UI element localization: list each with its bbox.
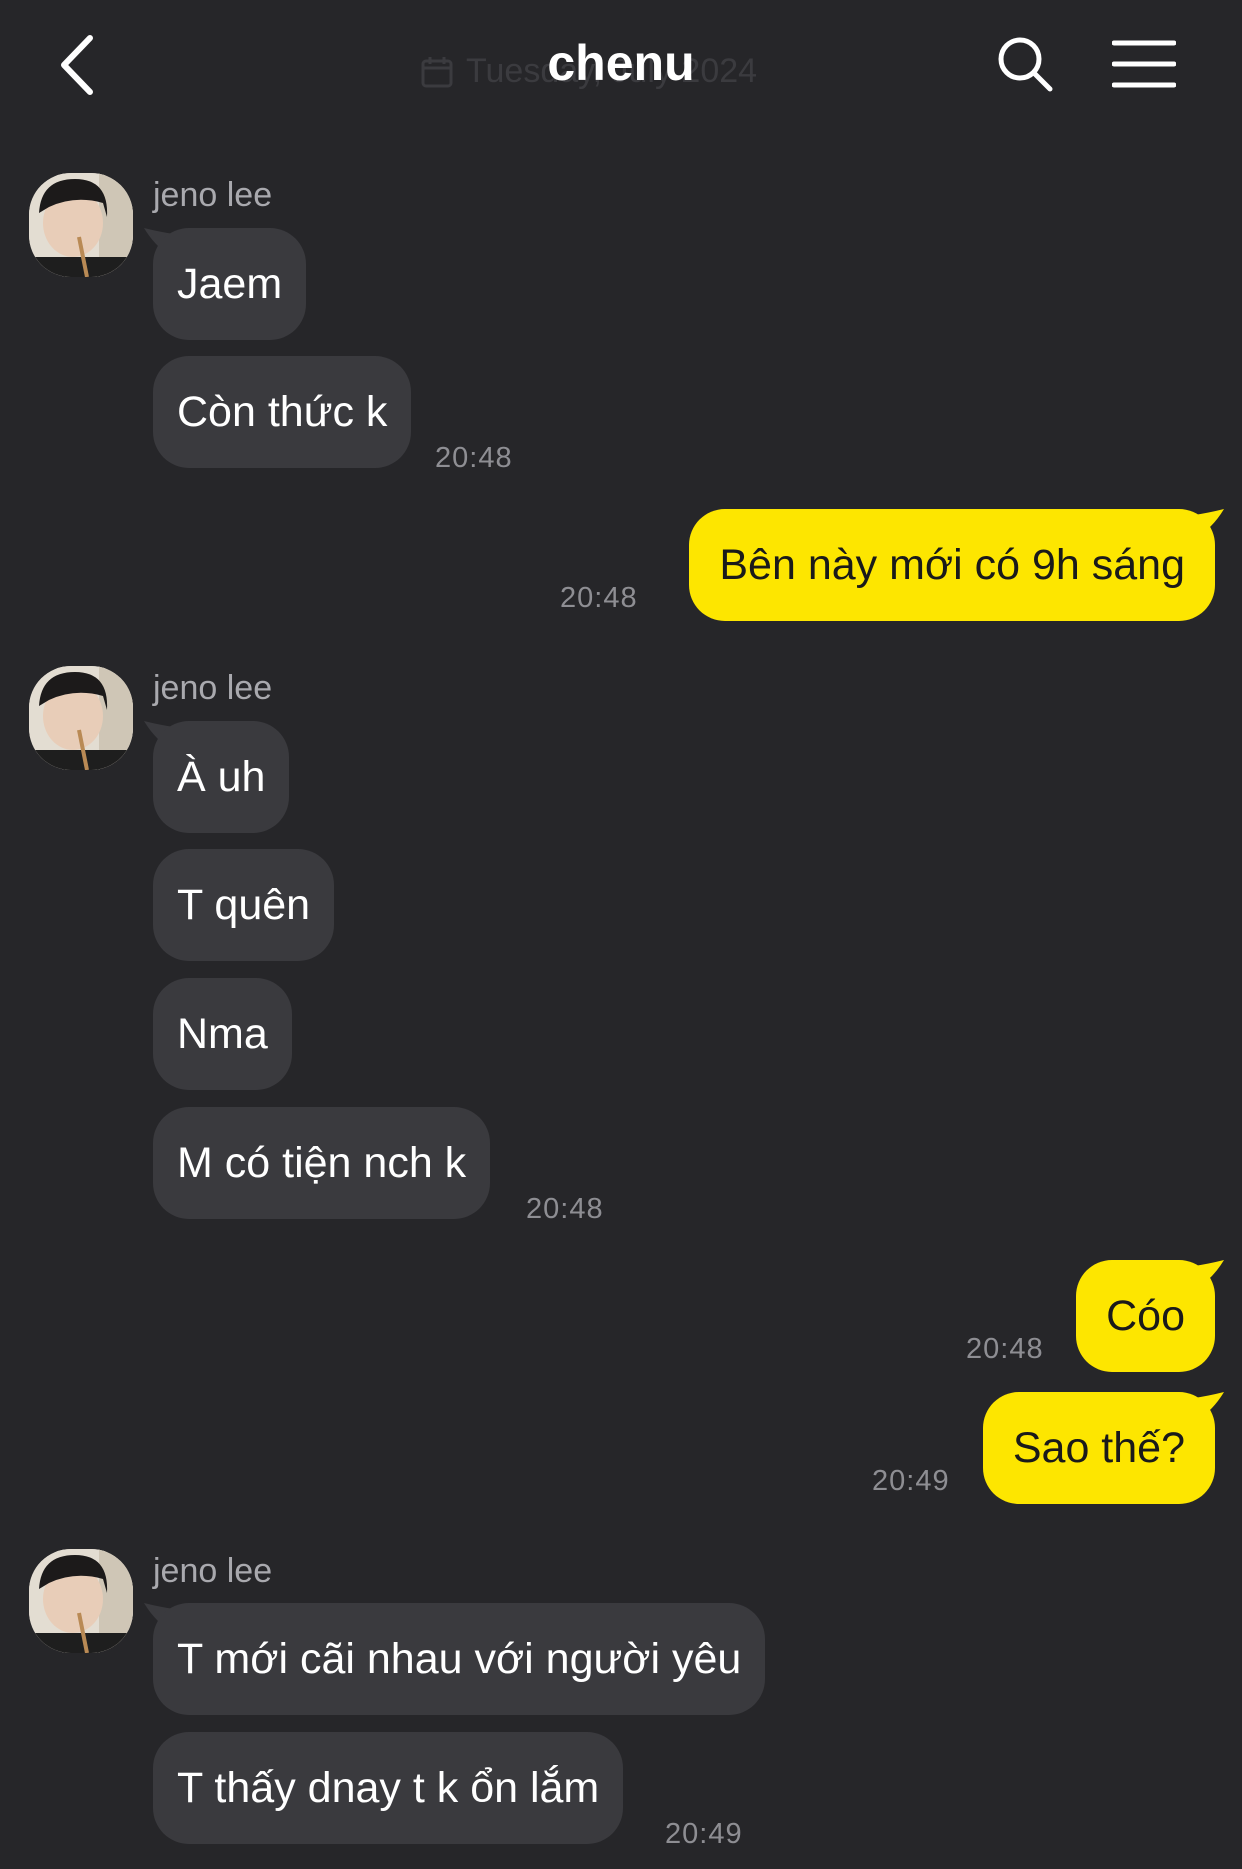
message-bubble-incoming[interactable]: M có tiện nch k (153, 1107, 491, 1219)
sender-name: jeno lee (153, 669, 273, 707)
sender-name: jeno lee (153, 1552, 273, 1590)
message-bubble-incoming[interactable]: T thấy dnay t k ổn lắm (153, 1732, 624, 1844)
contact-avatar[interactable] (29, 666, 133, 770)
message-timestamp: 20:48 (966, 1333, 1044, 1365)
avatar-photo (29, 1549, 133, 1653)
message-bubble-incoming[interactable]: T quên (153, 849, 335, 961)
message-timestamp: 20:49 (665, 1818, 743, 1850)
contact-avatar[interactable] (29, 173, 133, 277)
contact-avatar[interactable] (29, 1549, 133, 1653)
message-timestamp: 20:49 (872, 1465, 950, 1497)
message-bubble-outgoing[interactable]: Sao thế? (982, 1392, 1215, 1504)
chat-header: Tuesday, July 2024 chenu (0, 0, 1242, 130)
search-button[interactable] (995, 34, 1055, 94)
message-bubble-outgoing[interactable]: Cóo (1076, 1260, 1215, 1372)
message-bubble-outgoing[interactable]: Bên này mới có 9h sáng (689, 509, 1215, 621)
message-bubble-incoming[interactable]: À uh (153, 721, 290, 833)
message-timestamp: 20:48 (560, 582, 638, 614)
message-timestamp: 20:48 (435, 442, 513, 474)
message-timestamp: 20:48 (526, 1193, 604, 1225)
message-bubble-incoming[interactable]: Còn thức k (153, 356, 412, 468)
avatar-photo (29, 173, 133, 277)
menu-button[interactable] (1111, 38, 1177, 90)
avatar-photo (29, 666, 133, 770)
hamburger-menu-icon (1111, 40, 1177, 88)
message-bubble-incoming[interactable]: Nma (153, 978, 292, 1090)
message-bubble-incoming[interactable]: Jaem (153, 228, 307, 340)
sender-name: jeno lee (153, 176, 273, 214)
chat-title: chenu (547, 35, 695, 91)
message-bubble-incoming[interactable]: T mới cãi nhau với người yêu (153, 1603, 766, 1715)
search-icon (998, 37, 1053, 92)
